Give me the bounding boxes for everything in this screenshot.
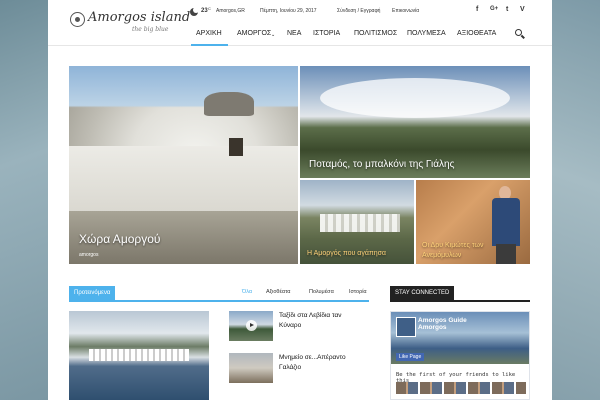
page-container: 23 C Amorgos,GR Πέμπτη, Ιουνίου 29, 2017… [48, 0, 552, 400]
date: Πέμπτη, Ιουνίου 29, 2017 [260, 8, 317, 14]
list-item-title-line: Ταξίδι στα Λεβίδια ταν [279, 312, 342, 319]
tile-image [320, 214, 400, 232]
hero-title-bottom-right-line2[interactable]: Ανεμόμυλων [422, 252, 461, 259]
facebook-widget: Amorgos Guide Amorgos Like Page Be the f… [390, 311, 530, 400]
tile-image [320, 78, 510, 118]
contact-link[interactable]: Επικοινωνία [392, 8, 419, 14]
menu-item-amorgos[interactable]: ΑΜΟΡΓΟΣ [237, 30, 271, 37]
main-menu: ΑΡΧΙΚΗ ΑΜΟΡΓΟΣ ⌄ ΝΕΑ ΙΣΤΟΡΙΑ ΠΟΛΙΤΙΣΜΟΣ … [48, 24, 552, 46]
tile-image [496, 244, 516, 264]
login-link[interactable]: Σύνδεση / Εγγραφή [337, 8, 380, 14]
google-plus-icon[interactable]: G+ [490, 6, 498, 12]
list-item-thumbnail[interactable] [229, 311, 273, 341]
temperature-unit: C [208, 6, 211, 11]
featured-section-header: Προτεινόμενα Όλα Αξιοθέατα Πολυμέσα Ιστο… [69, 286, 369, 302]
tile-image-detail [229, 138, 243, 156]
temperature: 23 [201, 8, 208, 14]
facebook-like-button[interactable]: Like Page [396, 353, 425, 361]
stay-connected-header: STAY CONNECTED [390, 286, 530, 302]
featured-image[interactable] [69, 311, 209, 400]
tile-image [69, 146, 298, 216]
tile-image [492, 198, 520, 246]
facebook-page-name-line: Amorgos [418, 324, 447, 331]
facebook-icon[interactable]: f [476, 6, 478, 13]
facebook-friends-avatars [396, 382, 526, 394]
menu-item-culture[interactable]: ΠΟΛΙΤΙΣΜΟΣ [354, 30, 397, 37]
menu-item-news[interactable]: ΝΕΑ [287, 30, 301, 37]
chevron-down-icon: ⌄ [271, 32, 276, 38]
list-item-title-line: Μνημείο σε...Απέραντο [279, 354, 346, 361]
hero-tile-bottom-left[interactable]: Η Αμοργός που αγάπησα [300, 180, 414, 264]
weather-icon [190, 7, 199, 16]
vimeo-icon[interactable]: V [520, 6, 525, 13]
filter-all[interactable]: Όλα [242, 289, 252, 295]
hero-title-main[interactable]: Χώρα Αμοργού [79, 232, 160, 246]
filter-sights[interactable]: Αξιοθέατα [266, 289, 290, 295]
featured-label: Προτεινόμενα [69, 286, 116, 300]
hero-title-top-right[interactable]: Ποταμός, το μπαλκόνι της Γιάλης [309, 159, 454, 170]
list-item-title[interactable]: Μνημείο σε...Απέραντο Γαλάζιο [279, 353, 369, 373]
facebook-page-name-line: Amorgos Guide [418, 317, 467, 324]
menu-item-multimedia[interactable]: ΠΟΛΥΜΕΣΑ [407, 30, 446, 37]
tile-image-detail [204, 92, 254, 116]
filter-multimedia[interactable]: Πολυμέσα [309, 289, 334, 295]
background-right [552, 0, 600, 400]
menu-active-indicator [191, 44, 228, 46]
hero-tag[interactable]: amorgos [79, 252, 98, 258]
search-icon[interactable] [515, 29, 522, 36]
menu-item-history[interactable]: ΙΣΤΟΡΙΑ [313, 30, 340, 37]
hero-tile-bottom-right[interactable]: Οι Δρυ Κιμώτες των Ανεμόμυλων [416, 180, 530, 264]
hero-tile-main[interactable]: Χώρα Αμοργού amorgos [69, 66, 298, 264]
facebook-avatar[interactable] [396, 317, 416, 337]
list-item-title-line: Γαλάζιο [279, 364, 302, 371]
location: Amorgos,GR [216, 8, 245, 14]
facebook-page-name[interactable]: Amorgos Guide Amorgos [418, 317, 467, 331]
hero-title-bottom-left[interactable]: Η Αμοργός που αγάπησα [307, 250, 386, 257]
twitter-icon[interactable]: t [506, 6, 508, 13]
menu-item-sights[interactable]: ΑΞΙΟΘΕΑΤΑ [457, 30, 496, 37]
play-icon [246, 320, 257, 331]
logo-text: Amorgos island [88, 10, 191, 25]
list-item-thumbnail[interactable] [229, 353, 273, 383]
menu-item-home[interactable]: ΑΡΧΙΚΗ [196, 30, 222, 37]
hero-title-bottom-right[interactable]: Οι Δρυ Κιμώτες των [422, 242, 483, 249]
list-item-title-line: Κύναρο [279, 322, 302, 329]
background-left [0, 0, 48, 400]
filter-history[interactable]: Ιστορία [349, 289, 367, 295]
list-item-title[interactable]: Ταξίδι στα Λεβίδια ταν Κύναρο [279, 311, 369, 331]
stay-connected-label: STAY CONNECTED [390, 286, 455, 300]
hero-tile-top-right[interactable]: Ποταμός, το μπαλκόνι της Γιάλης [300, 66, 530, 178]
featured-image-detail [89, 349, 189, 361]
